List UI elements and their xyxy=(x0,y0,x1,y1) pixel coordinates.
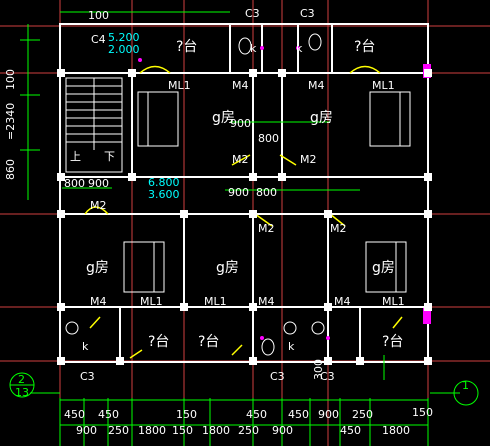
bdim2-2: 1800 xyxy=(138,424,166,437)
bdim2-6: 900 xyxy=(272,424,293,437)
stair-down-label: 下 xyxy=(104,150,115,163)
bdim1-5: 900 xyxy=(318,408,339,421)
bedroom-label-2: g房 xyxy=(310,110,333,126)
toilet-k-3: k xyxy=(82,340,89,353)
dim-300: 300 xyxy=(312,359,325,380)
balcony-label-br: ?台 xyxy=(382,334,403,350)
elevation-labels: 5.200 2.000 6.800 3.600 xyxy=(108,31,180,201)
bdim1-1: 450 xyxy=(98,408,119,421)
c3-label-bl: C3 xyxy=(80,370,95,383)
mid-dim-800: 800 xyxy=(256,186,277,199)
bdim1-7: 150 xyxy=(412,406,433,419)
balcony-label-tl: ?台 xyxy=(176,39,197,55)
axis-13: 13 xyxy=(15,386,29,399)
mid-dim-900: 900 xyxy=(228,186,249,199)
bdim2-3: 150 xyxy=(172,424,193,437)
stair-up-label: 上 xyxy=(70,150,81,163)
balcony-label-tr: ?台 xyxy=(354,39,375,55)
bdim2-5: 250 xyxy=(238,424,259,437)
bdim2-7: 450 xyxy=(340,424,361,437)
structural-columns xyxy=(57,69,432,365)
m2-label-2: M2 xyxy=(300,153,317,166)
bdim1-0: 450 xyxy=(64,408,85,421)
bdim2-4: 1800 xyxy=(202,424,230,437)
elev-1b: 2.000 xyxy=(108,43,140,56)
ml1-label-1: ML1 xyxy=(168,79,191,92)
left-dim-900: 900 xyxy=(88,177,109,190)
m2-label-4: M2 xyxy=(258,222,275,235)
c4-label: C4 xyxy=(91,33,106,46)
m4-label-3: M4 xyxy=(90,295,107,308)
ml1-label-5: ML1 xyxy=(382,295,405,308)
bdim2-0: 900 xyxy=(76,424,97,437)
bedroom-label-4: g房 xyxy=(216,260,239,276)
m4-label-5: M4 xyxy=(334,295,351,308)
c3-label-bm: C3 xyxy=(270,370,285,383)
c3-label-t2: C3 xyxy=(300,7,315,20)
m4-label-1: M4 xyxy=(232,79,249,92)
bottom-dimensions-row2: 900 250 1800 150 1800 250 900 450 1800 xyxy=(76,424,410,437)
bedroom-label-3: g房 xyxy=(86,260,109,276)
floor-plan-drawing: C4 ?台 ?台 ML1 ML1 M4 M4 g房 g房 M2 M2 上 下 M… xyxy=(0,0,490,446)
m2-label-5: M2 xyxy=(330,222,347,235)
balcony-label-bm: ?台 xyxy=(198,334,219,350)
cad-floor-plan: C4 ?台 ?台 ML1 ML1 M4 M4 g房 g房 M2 M2 上 下 M… xyxy=(0,0,490,446)
bdim1-4: 450 xyxy=(288,408,309,421)
m2-label-1: M2 xyxy=(232,153,249,166)
m4-label-2: M4 xyxy=(308,79,325,92)
bdim1-6: 250 xyxy=(352,408,373,421)
toilet-k-2: k xyxy=(296,42,303,55)
axis-1: 1 xyxy=(462,379,469,392)
axis-grid-lines xyxy=(0,0,490,446)
elev-2b: 3.600 xyxy=(148,188,180,201)
inner-dim-800: 800 xyxy=(258,132,279,145)
ml1-label-4: ML1 xyxy=(204,295,227,308)
bdim2-1: 250 xyxy=(108,424,129,437)
c3-label-t1: C3 xyxy=(245,7,260,20)
bdim1-3: 450 xyxy=(246,408,267,421)
inner-dim-900: 900 xyxy=(230,117,251,130)
side-dim-860: 860 xyxy=(4,159,17,180)
ml1-label-3: ML1 xyxy=(140,295,163,308)
left-dim-800: 800 xyxy=(64,177,85,190)
side-dim-2340: =2340 xyxy=(4,103,17,140)
bdim1-2: 150 xyxy=(176,408,197,421)
toilet-k-1: k xyxy=(250,42,257,55)
m4-label-4: M4 xyxy=(258,295,275,308)
bdim2-8: 1800 xyxy=(382,424,410,437)
m2-label-3: M2 xyxy=(90,199,107,212)
bottom-dimensions-row1: 450 450 150 450 450 900 250 150 xyxy=(64,406,433,421)
balcony-label-bl: ?台 xyxy=(148,334,169,350)
axis-2: 2 xyxy=(18,373,25,386)
toilet-k-4: k xyxy=(288,340,295,353)
ml1-label-2: ML1 xyxy=(372,79,395,92)
bedroom-label-5: g房 xyxy=(372,260,395,276)
top-dim-100: 100 xyxy=(88,9,109,22)
side-dim-100: 100 xyxy=(4,69,17,90)
